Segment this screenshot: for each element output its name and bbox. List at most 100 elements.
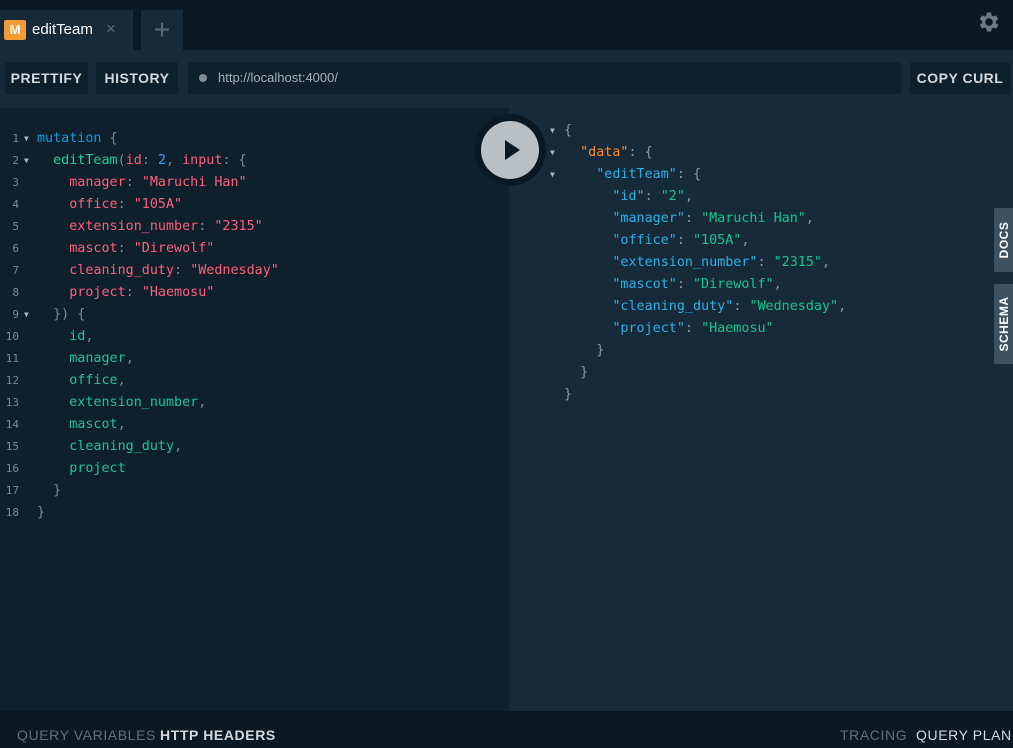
- result-code: "cleaning_duty": "Wednesday",: [564, 296, 846, 318]
- close-icon[interactable]: ×: [106, 19, 116, 39]
- code-token: ,: [125, 351, 134, 366]
- endpoint-url-text: http://localhost:4000/: [218, 70, 338, 85]
- triangle-down-icon[interactable]: ▼: [24, 128, 29, 150]
- result-line: "manager": "Maruchi Han",: [509, 208, 979, 230]
- line-number: 12: [5, 374, 19, 387]
- query-line: 17 }: [0, 480, 470, 502]
- code-token: :: [644, 189, 661, 204]
- query-code: editTeam(id: 2, input: {: [37, 150, 247, 172]
- query-line: 3 manager: "Maruchi Han": [0, 172, 470, 194]
- query-line: 1 ▼ mutation {: [0, 128, 470, 150]
- copy-curl-button[interactable]: COPY CURL: [910, 62, 1010, 94]
- query-code: id,: [37, 326, 93, 348]
- query-variables-tab[interactable]: QUERY VARIABLES: [17, 727, 156, 743]
- triangle-down-icon[interactable]: ▼: [24, 304, 29, 326]
- code-token: mutation: [37, 131, 102, 146]
- query-code: }) {: [37, 304, 85, 326]
- code-token: :: [733, 299, 750, 314]
- tab-badge: M: [4, 20, 26, 40]
- code-token: :: [174, 263, 191, 278]
- result-line: ▼{: [509, 120, 979, 142]
- code-token: "editTeam": [596, 167, 677, 182]
- result-line: }: [509, 362, 979, 384]
- code-token: "mascot": [612, 277, 677, 292]
- query-line: 13 extension_number,: [0, 392, 470, 414]
- result-code: "mascot": "Direwolf",: [564, 274, 781, 296]
- code-token: mascot: [69, 241, 118, 256]
- result-line: "extension_number": "2315",: [509, 252, 979, 274]
- code-token: "105A": [133, 197, 183, 212]
- execute-query-button[interactable]: [474, 114, 546, 186]
- triangle-down-icon[interactable]: ▼: [550, 120, 555, 142]
- triangle-down-icon[interactable]: ▼: [550, 142, 555, 164]
- result-code: "project": "Haemosu": [564, 318, 774, 340]
- code-token: ,: [117, 373, 126, 388]
- triangle-down-icon[interactable]: ▼: [24, 150, 29, 172]
- query-code: cleaning_duty,: [37, 436, 182, 458]
- query-code: office,: [37, 370, 126, 392]
- line-number: 2: [12, 154, 19, 167]
- code-token: "105A": [693, 233, 742, 248]
- code-token: "2315": [214, 219, 263, 234]
- query-code: manager,: [37, 348, 134, 370]
- bottom-bar: QUERY VARIABLES HTTP HEADERS TRACING QUE…: [0, 711, 1013, 748]
- code-token: "office": [612, 233, 677, 248]
- result-code: "extension_number": "2315",: [564, 252, 830, 274]
- query-plan-tab[interactable]: QUERY PLAN: [916, 727, 1012, 743]
- query-code: project: [37, 458, 125, 480]
- result-code: }: [564, 362, 588, 384]
- code-token: editTeam: [53, 153, 118, 168]
- code-token: }: [37, 505, 46, 520]
- query-code: mascot: "Direwolf": [37, 238, 214, 260]
- tracing-tab[interactable]: TRACING: [840, 727, 907, 743]
- code-token: ,: [198, 395, 207, 410]
- code-token: input: [182, 153, 223, 168]
- tab-edit-team[interactable]: M editTeam ×: [0, 10, 133, 50]
- result-line: "mascot": "Direwolf",: [509, 274, 979, 296]
- schema-tab-label: SCHEMA: [996, 296, 1011, 352]
- code-token: "Haemosu": [141, 285, 215, 300]
- code-token: "project": [612, 321, 685, 336]
- code-token: }: [37, 483, 62, 498]
- line-number: 4: [12, 198, 19, 211]
- code-token: extension_number: [69, 395, 199, 410]
- result-code: "id": "2",: [564, 186, 693, 208]
- endpoint-url-input[interactable]: http://localhost:4000/: [188, 62, 901, 94]
- code-token: "Haemosu": [701, 321, 774, 336]
- result-code: "office": "105A",: [564, 230, 749, 252]
- line-number: 10: [5, 330, 19, 343]
- execute-button-face: [481, 121, 539, 179]
- code-token: "2315": [773, 255, 822, 270]
- status-dot-icon: [199, 74, 207, 82]
- triangle-down-icon[interactable]: ▼: [550, 164, 555, 186]
- code-token: "Wednesday": [749, 299, 839, 314]
- http-headers-tab[interactable]: HTTP HEADERS: [160, 727, 276, 743]
- query-line: 4 office: "105A": [0, 194, 470, 216]
- code-token: id: [125, 153, 142, 168]
- tab-title: editTeam: [32, 21, 93, 38]
- query-editor[interactable]: 1 ▼ mutation {2 ▼ editTeam(id: 2, input: {3…: [0, 108, 509, 711]
- query-line: 9 ▼ }) {: [0, 304, 470, 326]
- schema-tab[interactable]: SCHEMA: [994, 284, 1013, 364]
- query-line: 8 project: "Haemosu": [0, 282, 470, 304]
- code-token: :: [125, 175, 142, 190]
- history-button[interactable]: HISTORY: [96, 62, 178, 94]
- result-code: }: [564, 384, 572, 406]
- gear-icon[interactable]: [976, 9, 1002, 35]
- new-tab-button[interactable]: +: [141, 10, 183, 50]
- docs-tab[interactable]: DOCS: [994, 208, 1013, 272]
- code-token: :: [676, 233, 693, 248]
- result-code: {: [564, 120, 572, 142]
- prettify-button[interactable]: PRETTIFY: [5, 62, 88, 94]
- query-code: }: [37, 502, 45, 524]
- code-token: :: [198, 219, 215, 234]
- code-token: "Wednesday": [190, 263, 279, 278]
